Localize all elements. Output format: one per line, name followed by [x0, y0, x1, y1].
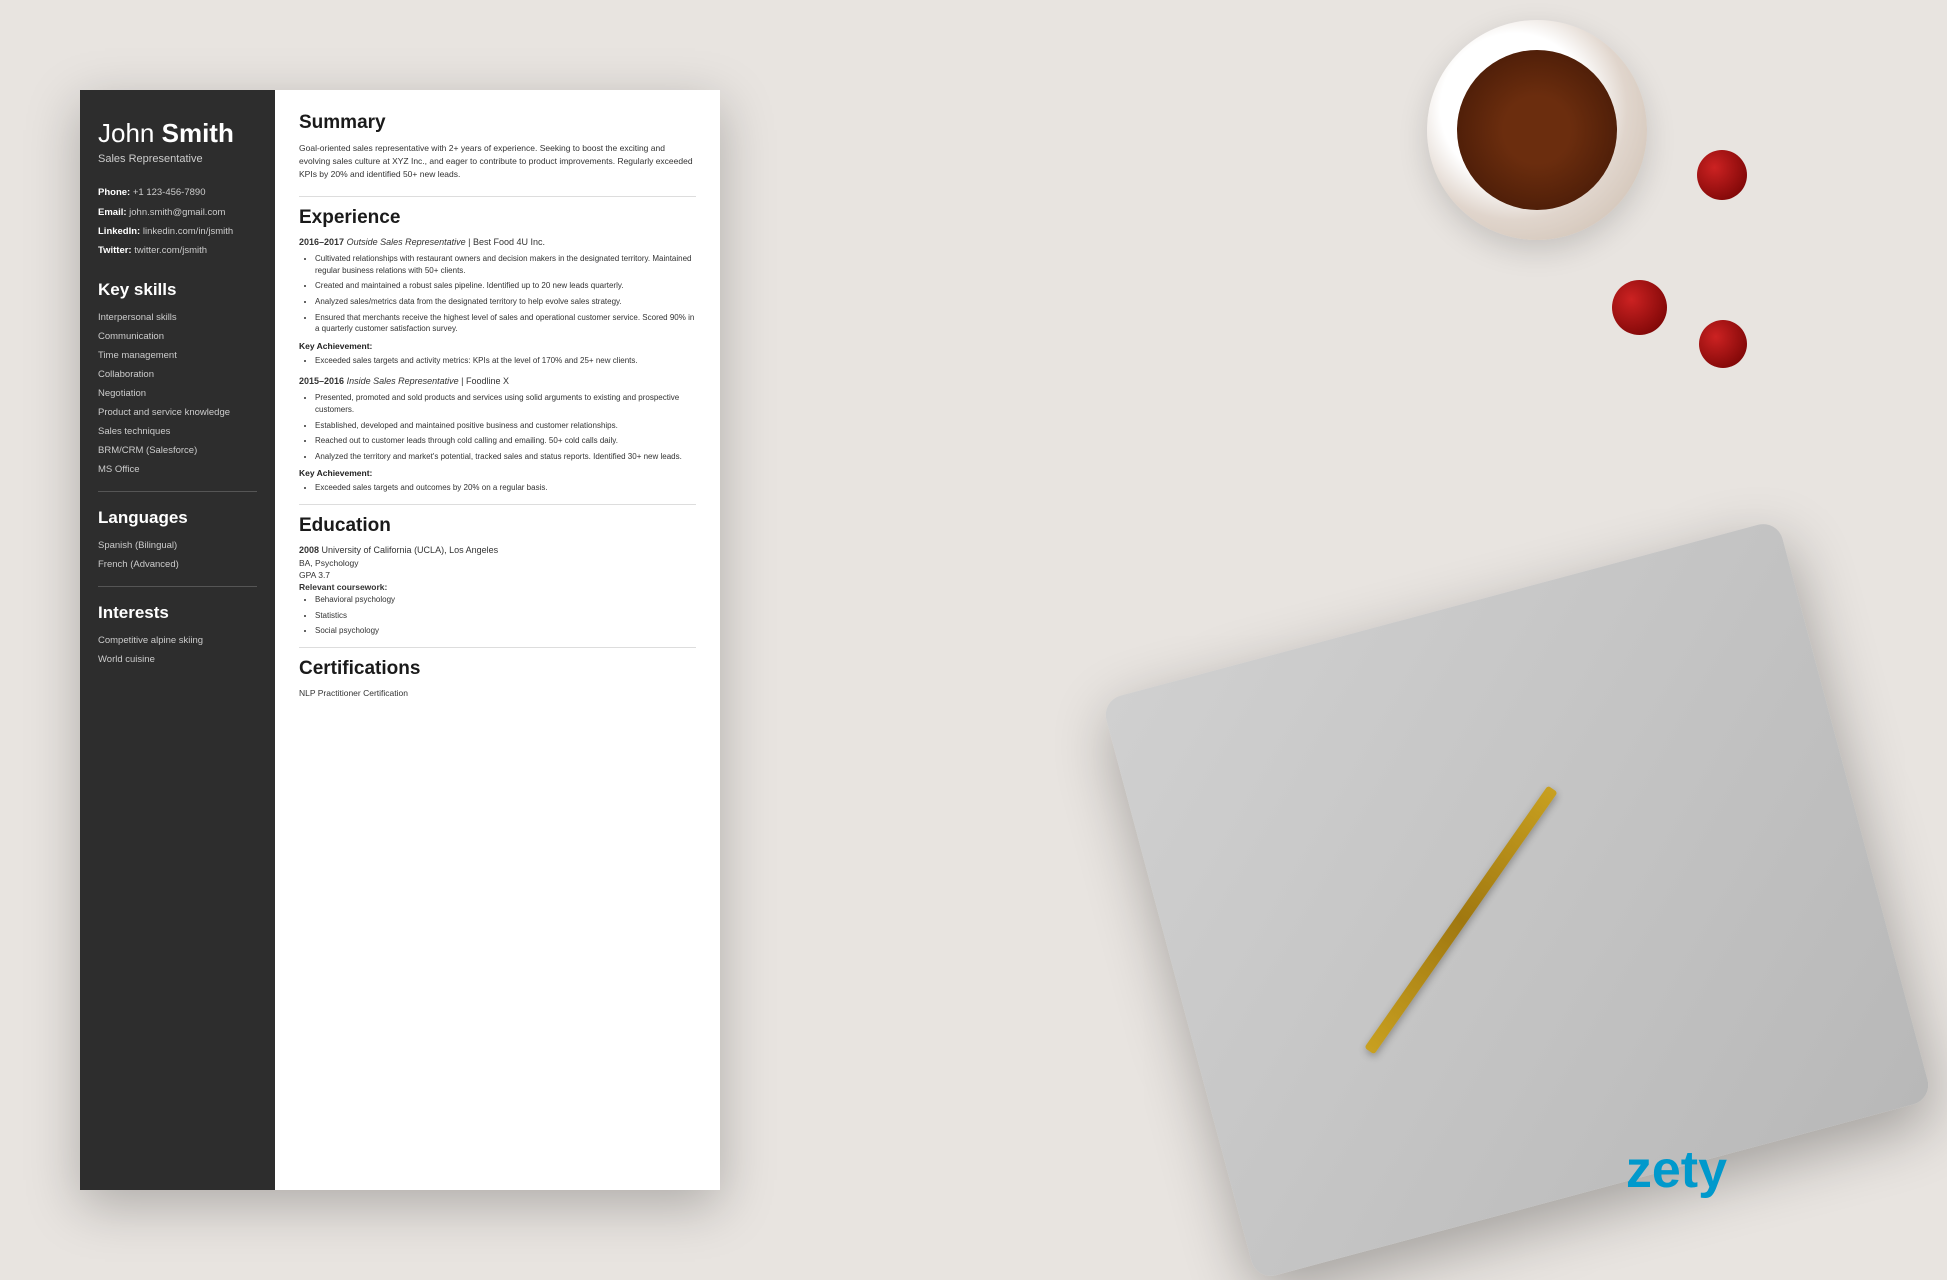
coursework-3: Social psychology	[315, 625, 696, 637]
interests-list: Competitive alpine skiing World cuisine	[98, 635, 257, 665]
job-2-achievement-bullets: Exceeded sales targets and outcomes by 2…	[299, 482, 696, 494]
job-1-role: Outside Sales Representative	[347, 237, 466, 247]
job-2-role: Inside Sales Representative	[347, 376, 459, 386]
phone-label: Phone:	[98, 187, 130, 198]
summary-title: Summary	[299, 112, 696, 134]
job-1-achievement-label: Key Achievement:	[299, 341, 696, 351]
linkedin-item: LinkedIn: linkedin.com/in/jsmith	[98, 226, 257, 238]
skill-interpersonal: Interpersonal skills	[98, 312, 257, 323]
candidate-title: Sales Representative	[98, 153, 257, 165]
job-1-years: 2016–2017	[299, 237, 347, 247]
education-1: 2008 University of California (UCLA), Lo…	[299, 545, 696, 637]
languages-section-title: Languages	[98, 508, 257, 528]
skill-ms-office: MS Office	[98, 464, 257, 475]
skill-sales-techniques: Sales techniques	[98, 426, 257, 437]
linkedin-value: linkedin.com/in/jsmith	[143, 226, 233, 237]
coursework-2: Statistics	[315, 610, 696, 622]
resume-main: Summary Goal-oriented sales representati…	[275, 90, 720, 1190]
skill-negotiation: Negotiation	[98, 388, 257, 399]
divider-2	[98, 586, 257, 587]
experience-title: Experience	[299, 207, 696, 229]
job-1-achievement-1: Exceeded sales targets and activity metr…	[315, 355, 696, 367]
summary-text: Goal-oriented sales representative with …	[299, 142, 696, 180]
job-1: 2016–2017 Outside Sales Representative |…	[299, 237, 696, 366]
education-title: Education	[299, 515, 696, 537]
twitter-value: twitter.com/jsmith	[134, 245, 207, 256]
email-item: Email: john.smith@gmail.com	[98, 207, 257, 219]
linkedin-label: LinkedIn:	[98, 226, 140, 237]
job-2-achievement-1: Exceeded sales targets and outcomes by 2…	[315, 482, 696, 494]
zety-logo: zety	[1626, 1140, 1727, 1200]
lang-french: French (Advanced)	[98, 559, 257, 570]
candidate-name: John Smith	[98, 118, 257, 149]
contact-section: Phone: +1 123-456-7890 Email: john.smith…	[98, 187, 257, 257]
job-2: 2015–2016 Inside Sales Representative | …	[299, 376, 696, 494]
job-2-bullet-4: Analyzed the territory and market's pote…	[315, 451, 696, 463]
divider-1	[98, 491, 257, 492]
email-value: john.smith@gmail.com	[129, 207, 225, 218]
twitter-label: Twitter:	[98, 245, 132, 256]
certifications-title: Certifications	[299, 658, 696, 680]
job-1-bullet-4: Ensured that merchants receive the highe…	[315, 312, 696, 335]
job-1-bullet-1: Cultivated relationships with restaurant…	[315, 253, 696, 276]
job-2-achievement-label: Key Achievement:	[299, 468, 696, 478]
cherry-1	[1697, 150, 1747, 200]
phone-value: +1 123-456-7890	[133, 187, 206, 198]
cherry-2	[1612, 280, 1667, 335]
job-2-company: | Foodline X	[461, 376, 509, 386]
first-name: John	[98, 118, 162, 148]
job-1-bullets: Cultivated relationships with restaurant…	[299, 253, 696, 335]
edu-1-coursework-label: Relevant coursework:	[299, 582, 696, 592]
job-1-achievement-bullets: Exceeded sales targets and activity metr…	[299, 355, 696, 367]
skill-crm: BRM/CRM (Salesforce)	[98, 445, 257, 456]
phone-item: Phone: +1 123-456-7890	[98, 187, 257, 199]
skill-product-knowledge: Product and service knowledge	[98, 407, 257, 418]
languages-list: Spanish (Bilingual) French (Advanced)	[98, 540, 257, 570]
edu-1-gpa: GPA 3.7	[299, 570, 696, 580]
edu-1-degree: BA, Psychology	[299, 558, 696, 568]
separator-1	[299, 196, 696, 197]
twitter-item: Twitter: twitter.com/jsmith	[98, 245, 257, 257]
email-label: Email:	[98, 207, 127, 218]
edu-1-header: 2008 University of California (UCLA), Lo…	[299, 545, 696, 555]
job-2-years: 2015–2016	[299, 376, 347, 386]
job-1-bullet-3: Analyzed sales/metrics data from the des…	[315, 296, 696, 308]
job-2-header: 2015–2016 Inside Sales Representative | …	[299, 376, 696, 386]
coursework-1: Behavioral psychology	[315, 594, 696, 606]
edu-1-coursework: Behavioral psychology Statistics Social …	[299, 594, 696, 637]
last-name: Smith	[162, 118, 234, 148]
job-2-bullet-3: Reached out to customer leads through co…	[315, 435, 696, 447]
separator-3	[299, 647, 696, 648]
edu-1-school: University of California (UCLA), Los Ang…	[322, 545, 499, 555]
resume-sidebar: John Smith Sales Representative Phone: +…	[80, 90, 275, 1190]
lang-spanish: Spanish (Bilingual)	[98, 540, 257, 551]
job-2-bullets: Presented, promoted and sold products an…	[299, 392, 696, 462]
resume-document: John Smith Sales Representative Phone: +…	[80, 90, 720, 1190]
job-1-bullet-2: Created and maintained a robust sales pi…	[315, 280, 696, 292]
job-1-header: 2016–2017 Outside Sales Representative |…	[299, 237, 696, 247]
skill-collaboration: Collaboration	[98, 369, 257, 380]
job-2-bullet-2: Established, developed and maintained po…	[315, 420, 696, 432]
separator-2	[299, 504, 696, 505]
interest-skiing: Competitive alpine skiing	[98, 635, 257, 646]
job-1-company: | Best Food 4U Inc.	[468, 237, 545, 247]
edu-1-year: 2008	[299, 545, 322, 555]
job-2-bullet-1: Presented, promoted and sold products an…	[315, 392, 696, 415]
skill-communication: Communication	[98, 331, 257, 342]
interests-section-title: Interests	[98, 603, 257, 623]
cert-1: NLP Practitioner Certification	[299, 688, 696, 698]
skills-list: Interpersonal skills Communication Time …	[98, 312, 257, 475]
cherry-3	[1699, 320, 1747, 368]
tea-cup	[1427, 20, 1647, 240]
skills-section-title: Key skills	[98, 280, 257, 300]
skill-time-management: Time management	[98, 350, 257, 361]
tea-liquid	[1457, 50, 1617, 210]
interest-cuisine: World cuisine	[98, 654, 257, 665]
